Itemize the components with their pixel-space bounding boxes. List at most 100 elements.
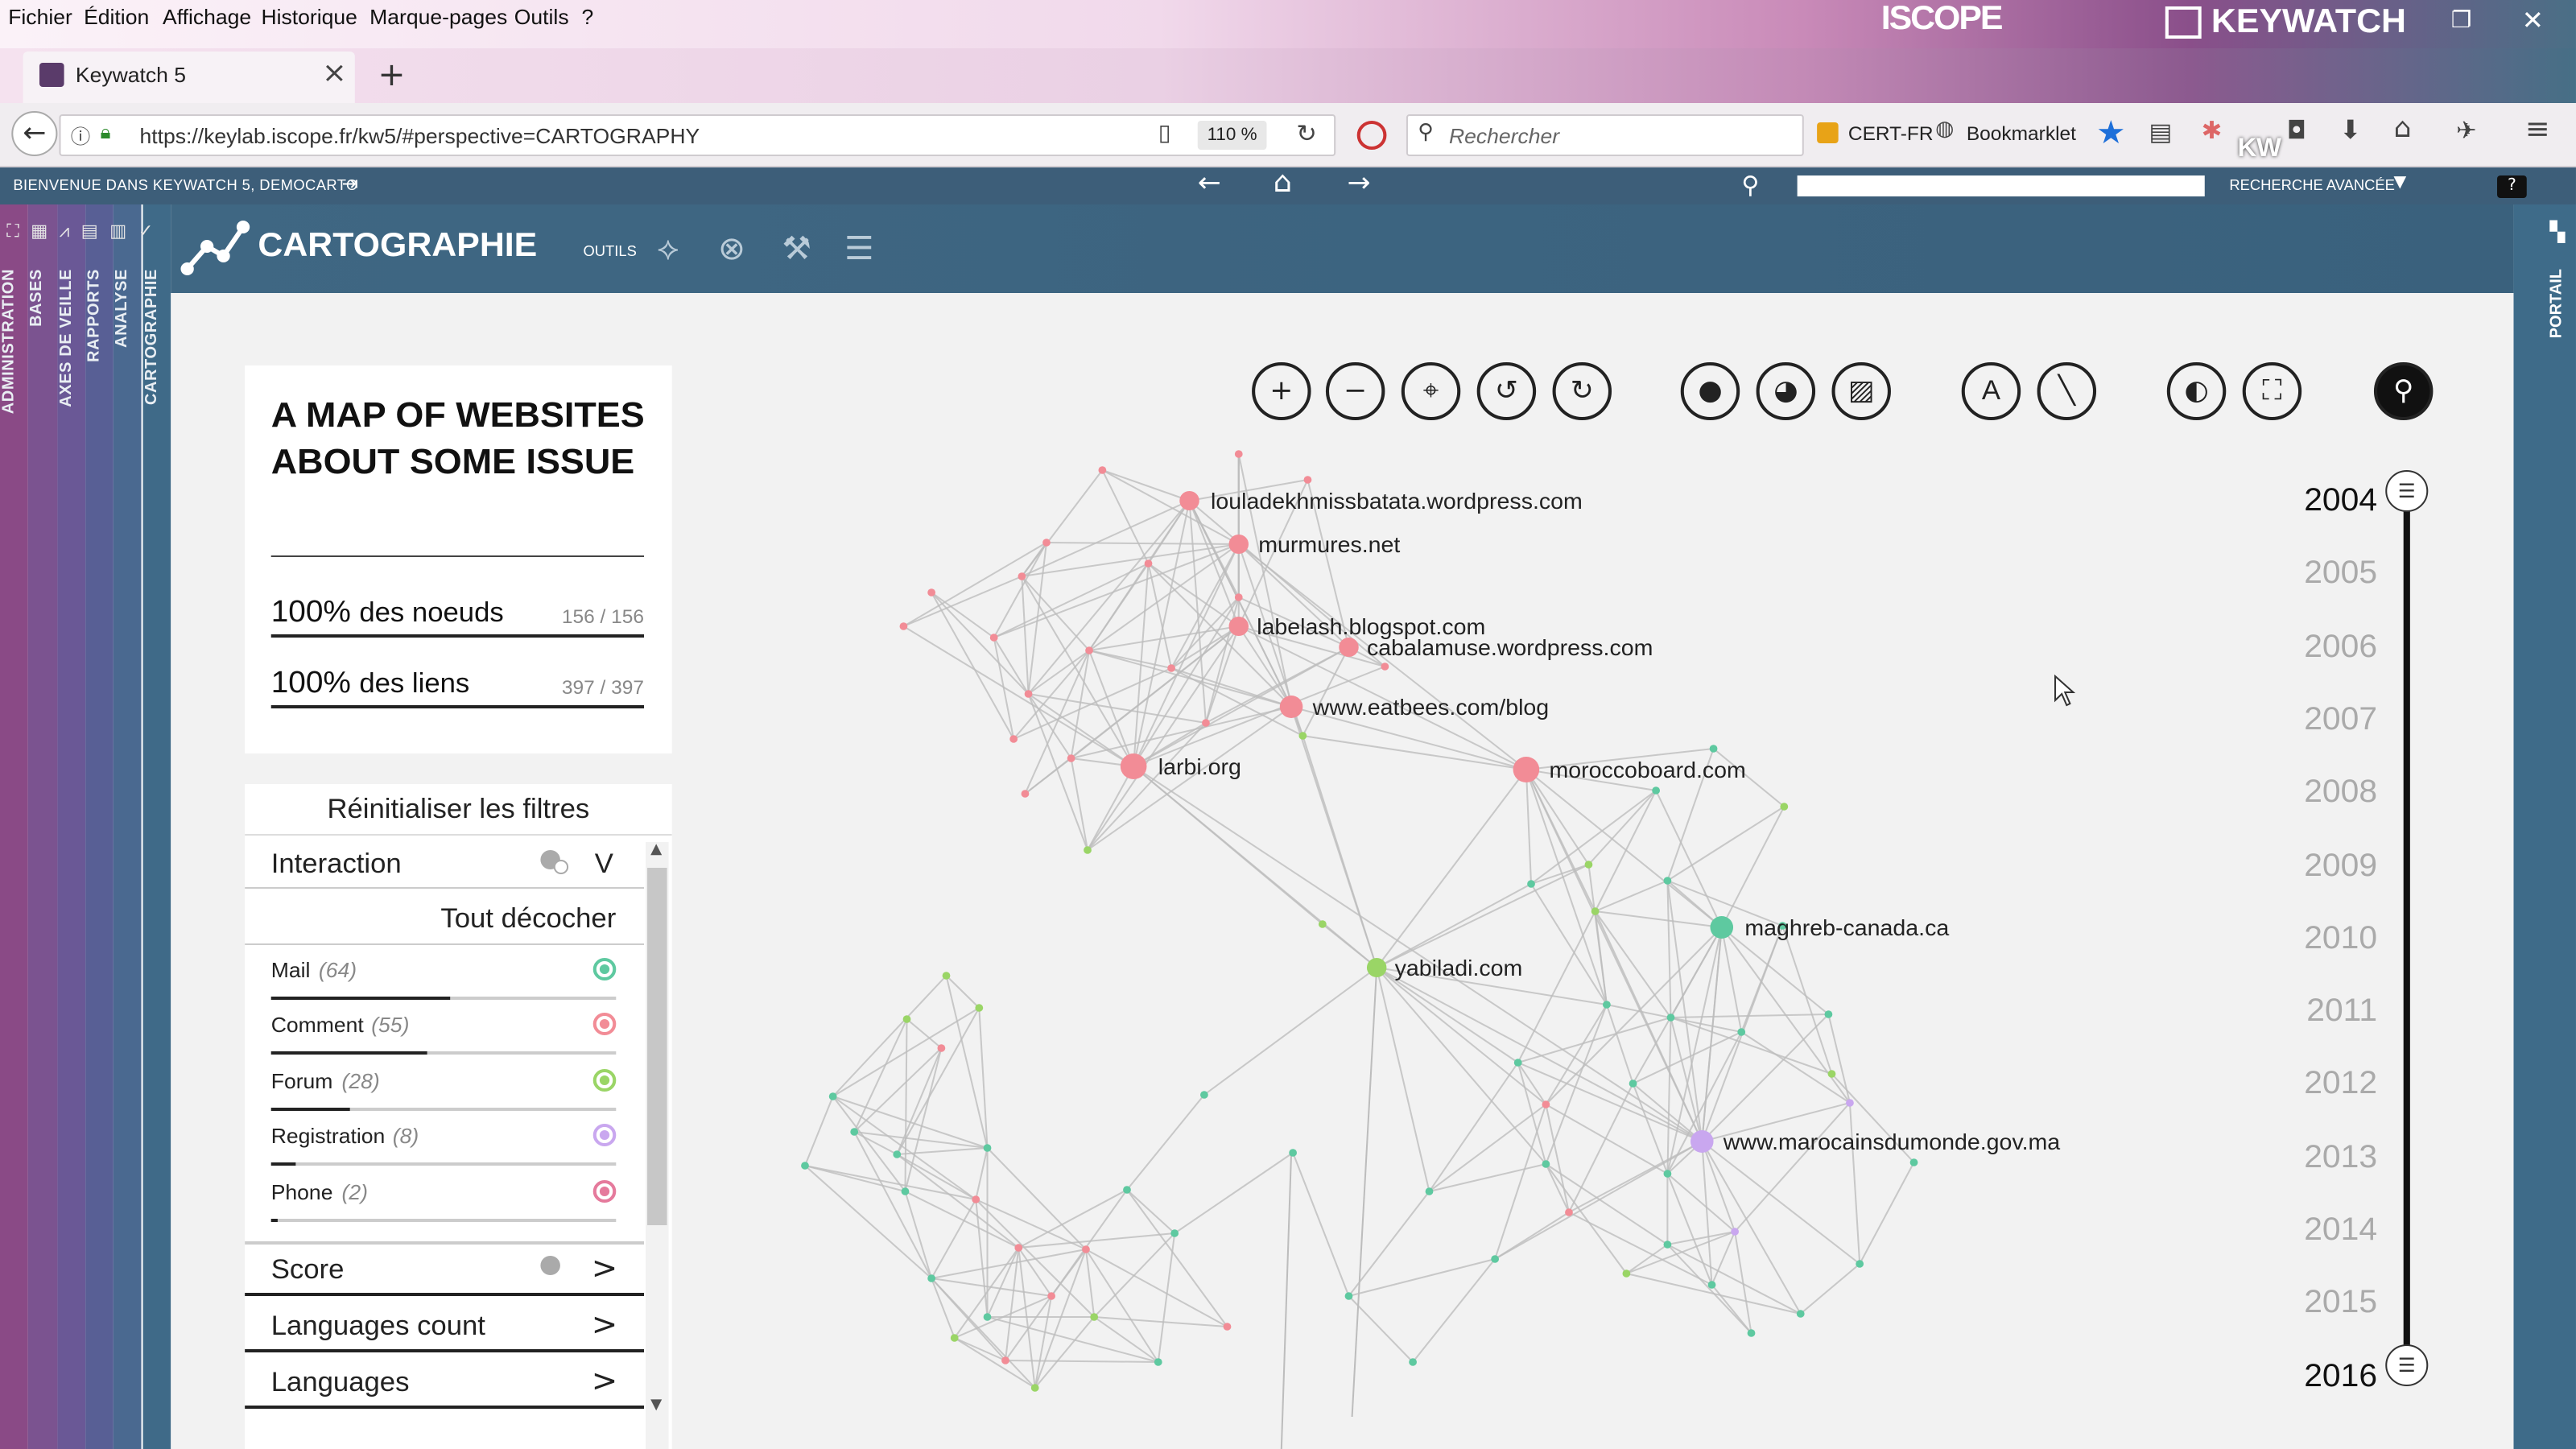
graph-node[interactable]: [975, 1004, 984, 1012]
graph-node[interactable]: [1565, 1208, 1573, 1216]
graph-node[interactable]: [927, 1274, 936, 1282]
rail-administration[interactable]: ADMINISTRATION: [0, 204, 29, 1449]
star-icon[interactable]: ★: [2096, 113, 2126, 151]
node-size-small-button[interactable]: ◕: [1756, 362, 1816, 420]
zoom-out-button[interactable]: −: [1325, 362, 1385, 420]
scrollbar-thumb[interactable]: [647, 868, 667, 1225]
graph-node[interactable]: [1200, 1091, 1208, 1099]
graph-node[interactable]: [1067, 754, 1075, 762]
graph-node[interactable]: [1846, 1099, 1854, 1107]
graph-node[interactable]: [1234, 593, 1243, 601]
reset-filters-button[interactable]: Réinitialiser les filtres: [245, 784, 672, 836]
graph-node[interactable]: [1042, 539, 1051, 547]
graph-node[interactable]: [1170, 1229, 1179, 1237]
graph-node[interactable]: [1339, 638, 1359, 657]
extension2-icon[interactable]: ✈: [2456, 116, 2477, 145]
filter-item-color-icon[interactable]: [592, 1124, 617, 1146]
nav-home-icon[interactable]: ⌂: [1274, 166, 1292, 200]
graph-node[interactable]: [1167, 664, 1175, 672]
bookmark-cert-fr[interactable]: CERT-FR: [1848, 122, 1934, 145]
interaction-section[interactable]: Interaction V: [245, 842, 644, 889]
edges-button[interactable]: ╲: [2037, 362, 2097, 420]
graph-node[interactable]: [1542, 1100, 1550, 1108]
graph-node[interactable]: [1082, 1245, 1090, 1253]
graph-node[interactable]: [850, 1128, 859, 1136]
menu-fichier[interactable]: Fichier: [8, 5, 72, 29]
year-label[interactable]: 2014: [2259, 1212, 2377, 1249]
search-graph-button[interactable]: ⚲: [2373, 362, 2434, 420]
languages-count-chevron[interactable]: >: [592, 1307, 617, 1343]
graph-node[interactable]: [1366, 958, 1387, 977]
graph-node[interactable]: [950, 1334, 959, 1342]
tree-icon[interactable]: ☰: [844, 229, 874, 267]
graph-node[interactable]: [1584, 861, 1593, 869]
year-label[interactable]: 2015: [2259, 1286, 2377, 1323]
reader-view-icon[interactable]: ▯: [1158, 121, 1171, 147]
graph-node[interactable]: [1710, 916, 1734, 939]
filter-item[interactable]: Phone (2): [245, 1177, 644, 1225]
graph-node-label[interactable]: moroccoboard.com: [1549, 757, 1745, 782]
filter-item[interactable]: Forum (28): [245, 1066, 644, 1114]
graph-node[interactable]: [1030, 1384, 1039, 1392]
back-icon[interactable]: ←: [11, 111, 58, 156]
graph-node[interactable]: [1663, 1170, 1672, 1178]
year-label[interactable]: 2011: [2259, 993, 2377, 1030]
advanced-search-link[interactable]: RECHERCHE AVANCÉE: [2229, 177, 2394, 193]
graph-node[interactable]: [1154, 1358, 1162, 1366]
graph-node[interactable]: [1024, 690, 1033, 698]
graph-node[interactable]: [1279, 696, 1303, 718]
graph-node[interactable]: [1001, 1356, 1009, 1364]
graph-node-label[interactable]: yabiladi.com: [1395, 955, 1523, 980]
graph-node[interactable]: [1527, 880, 1535, 888]
hamburger-menu-icon[interactable]: ≡: [2525, 113, 2550, 147]
graph-node[interactable]: [1344, 1292, 1353, 1300]
node-size-button[interactable]: ●: [1680, 362, 1740, 420]
graph-node-label[interactable]: maghreb-canada.ca: [1744, 914, 1949, 940]
graph-node[interactable]: [1289, 1149, 1298, 1157]
graph-add-icon[interactable]: ⟡: [657, 229, 679, 267]
languages-count-section[interactable]: Languages count >: [245, 1304, 644, 1352]
graph-node[interactable]: [1009, 735, 1018, 743]
graph-node[interactable]: [1234, 450, 1243, 458]
menu-marque-pages[interactable]: Marque-pages: [369, 5, 507, 29]
languages-section[interactable]: Languages >: [245, 1360, 644, 1409]
graph-node[interactable]: [1603, 1001, 1611, 1009]
extension-icon[interactable]: ✱: [2202, 116, 2223, 145]
year-label[interactable]: 2012: [2259, 1067, 2377, 1104]
graph-node-label[interactable]: cabalamuse.wordpress.com: [1367, 634, 1653, 660]
wrench-icon[interactable]: ⚒: [782, 229, 811, 267]
graph-node[interactable]: [1709, 745, 1718, 753]
graph-node[interactable]: [1298, 732, 1307, 740]
rail-bases[interactable]: BASES: [28, 204, 57, 1449]
graph-node[interactable]: [893, 1150, 902, 1158]
graph-node[interactable]: [1098, 466, 1107, 474]
zoom-in-button[interactable]: +: [1252, 362, 1311, 420]
edge-style-button[interactable]: ▨: [1831, 362, 1891, 420]
menu-historique[interactable]: Historique: [261, 5, 357, 29]
graph-node[interactable]: [1409, 1358, 1417, 1366]
graph-node-label[interactable]: www.eatbees.com/blog: [1312, 694, 1550, 720]
timeline-end-handle[interactable]: ☰: [2385, 1344, 2429, 1386]
graph-node[interactable]: [1202, 719, 1210, 727]
close-window-icon[interactable]: ✕: [2522, 5, 2544, 35]
graph-node[interactable]: [983, 1144, 992, 1152]
graph-node[interactable]: [1179, 491, 1199, 510]
graph-node[interactable]: [1303, 476, 1312, 484]
graph-node[interactable]: [1228, 617, 1249, 636]
rotate-right-button[interactable]: ↻: [1552, 362, 1612, 420]
graph-node[interactable]: [1014, 1244, 1023, 1252]
graph-node[interactable]: [1228, 535, 1249, 554]
menu-edition[interactable]: Édition: [84, 5, 149, 29]
menu-outils[interactable]: Outils: [514, 5, 569, 29]
graph-node[interactable]: [1381, 663, 1389, 671]
graph-node[interactable]: [1622, 1269, 1631, 1278]
nav-back-icon[interactable]: ←: [1198, 167, 1221, 200]
graph-node[interactable]: [1047, 1292, 1056, 1300]
graph-remove-icon[interactable]: ⊗: [718, 229, 745, 267]
score-section[interactable]: Score >: [245, 1248, 644, 1296]
logout-icon[interactable]: ⇥: [341, 172, 358, 195]
blocker-icon[interactable]: [1356, 121, 1387, 150]
filter-item-color-icon[interactable]: [592, 1013, 617, 1035]
graph-node[interactable]: [1021, 790, 1030, 798]
graph-node[interactable]: [1707, 1281, 1716, 1289]
